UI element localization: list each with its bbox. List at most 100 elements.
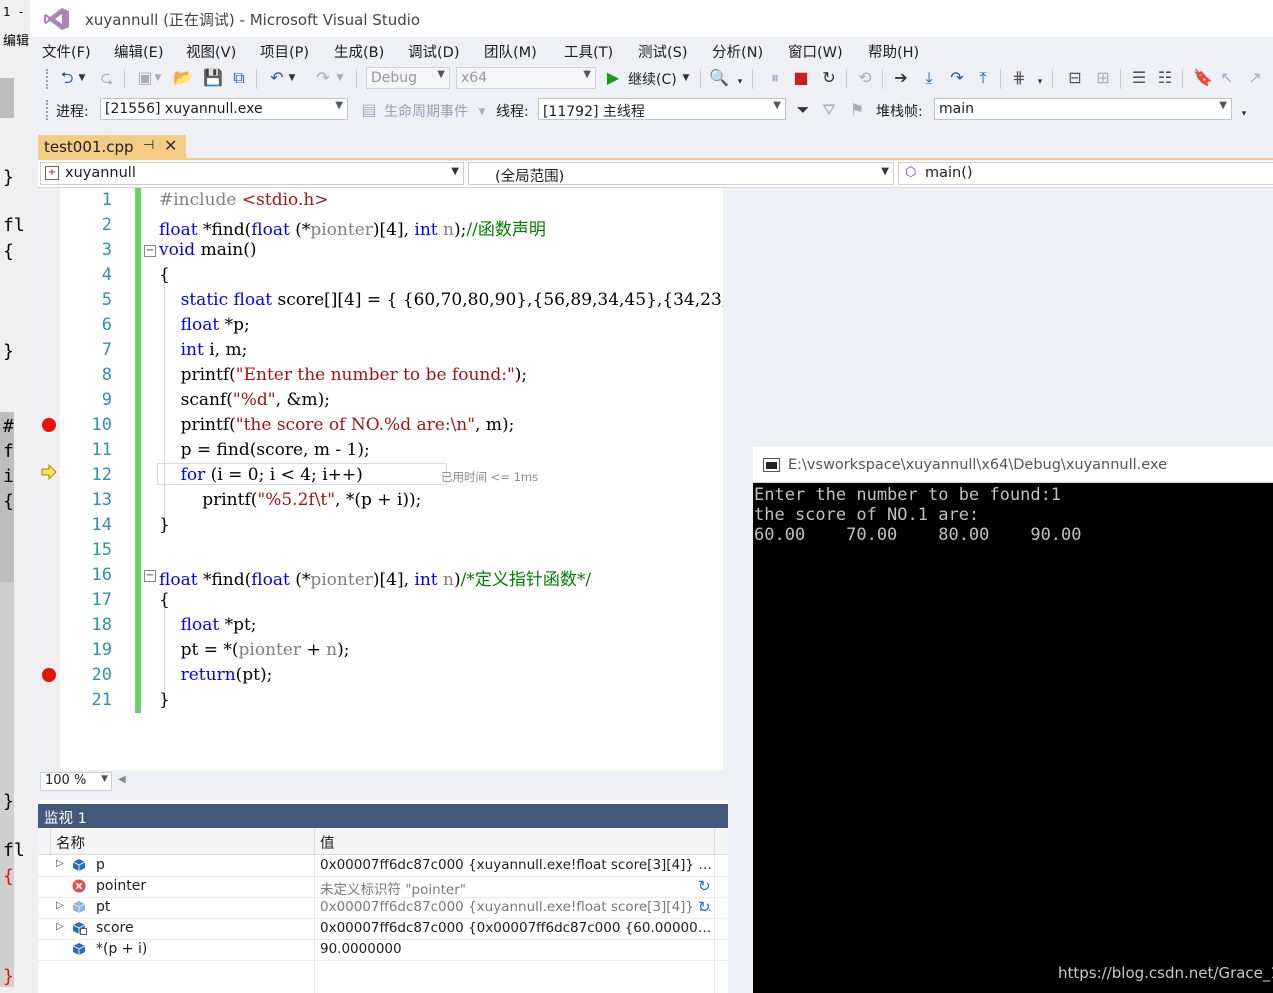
- menu-item[interactable]: 工具(T): [564, 41, 613, 62]
- step-into-icon[interactable]: ⤓: [918, 68, 940, 88]
- console-title-bar[interactable]: E:\vsworkspace\xuyannull\x64\Debug\xuyan…: [753, 447, 1273, 483]
- scope-select[interactable]: (全局范围) ▼: [468, 162, 894, 185]
- zoom-select[interactable]: 100 % ▼: [40, 772, 112, 791]
- error-icon: [72, 879, 86, 893]
- redo-icon[interactable]: ↷: [312, 68, 334, 88]
- lifecycle-events-icon[interactable]: ▤: [358, 100, 380, 120]
- find-in-files-icon[interactable]: 🔍: [708, 68, 730, 88]
- toolbar-overflow-icon[interactable]: ▾: [1238, 104, 1250, 124]
- watch-value[interactable]: 0x00007ff6dc87c000 {xuyannull.exe!float …: [320, 899, 718, 915]
- watch-row[interactable]: ▷ score 0x00007ff6dc87c000 {0x00007ff6dc87…: [38, 918, 728, 940]
- watch-value[interactable]: 0x00007ff6dc87c000 {xuyannull.exe!float …: [320, 857, 718, 873]
- apply-code-changes-icon[interactable]: ⟲: [854, 68, 876, 88]
- scroll-left-icon[interactable]: ◀: [118, 774, 126, 785]
- toggle-flag-icon[interactable]: ⚑: [846, 100, 868, 120]
- menu-item[interactable]: 团队(M): [484, 41, 537, 62]
- watch-name[interactable]: pointer: [96, 878, 146, 894]
- menu-item[interactable]: 帮助(H): [868, 41, 919, 62]
- watch-value[interactable]: 0x00007ff6dc87c000 {0x00007ff6dc87c000 {…: [320, 920, 718, 936]
- stop-debugging-icon[interactable]: ■: [790, 68, 812, 88]
- console-line: Enter the number to be found:1: [754, 485, 1062, 505]
- menu-item[interactable]: 文件(F): [42, 41, 91, 62]
- watch-name[interactable]: p: [96, 857, 105, 873]
- next-bookmark-icon[interactable]: ↗: [1244, 68, 1266, 88]
- menu-item[interactable]: 编辑(E): [114, 41, 163, 62]
- expand-arrow-icon[interactable]: ▷: [56, 900, 64, 911]
- hex-display-icon[interactable]: ⋕: [1008, 68, 1030, 88]
- menu-item[interactable]: 生成(B): [334, 41, 384, 62]
- watch-row[interactable]: pointer 未定义标识符 "pointer" ↻: [38, 876, 728, 898]
- toolbar-grip[interactable]: [46, 69, 51, 89]
- undo-dropdown-icon[interactable]: ▼: [286, 68, 298, 88]
- restart-icon[interactable]: ↻: [818, 68, 840, 88]
- break-all-icon[interactable]: ⏸: [764, 68, 786, 88]
- thread-select[interactable]: [11792] 主线程 ▼: [538, 98, 786, 120]
- increase-indent-icon[interactable]: ☷: [1154, 68, 1176, 88]
- watch-name[interactable]: pt: [96, 899, 110, 915]
- filter-flagged-icon[interactable]: ⛛: [818, 100, 840, 120]
- toolbar-overflow-icon[interactable]: ▾: [1034, 72, 1046, 92]
- close-icon[interactable]: ✕: [164, 136, 177, 155]
- navigate-back-icon[interactable]: ⮌: [56, 68, 78, 88]
- lifecycle-events-button[interactable]: 生命周期事件: [384, 101, 468, 121]
- uncomment-lines-icon[interactable]: ⊞: [1092, 68, 1114, 88]
- open-file-icon[interactable]: 📂: [172, 68, 194, 88]
- console-window[interactable]: E:\vsworkspace\xuyannull\x64\Debug\xuyan…: [753, 447, 1273, 993]
- menu-item[interactable]: 视图(V): [186, 41, 236, 62]
- menu-item[interactable]: 测试(S): [638, 41, 688, 62]
- menu-item[interactable]: 项目(P): [260, 41, 309, 62]
- filter-icon[interactable]: ⏷: [792, 100, 814, 120]
- expand-arrow-icon[interactable]: ▷: [56, 858, 64, 869]
- menu-item[interactable]: 分析(N): [712, 41, 763, 62]
- decrease-indent-icon[interactable]: ☰: [1128, 68, 1150, 88]
- watch-row[interactable]: *(p + i) 90.0000000: [38, 939, 728, 961]
- breakpoint-icon[interactable]: [42, 668, 56, 682]
- step-over-icon[interactable]: ↷: [946, 68, 968, 88]
- continue-play-icon[interactable]: ▶: [602, 68, 624, 88]
- watch-name[interactable]: score: [96, 920, 134, 936]
- continue-button[interactable]: 继续(C): [628, 69, 677, 89]
- expand-arrow-icon[interactable]: ▷: [56, 921, 64, 932]
- redo-dropdown-icon[interactable]: ▼: [334, 68, 346, 88]
- tab-test001-cpp[interactable]: test001.cpp ⊣ ✕: [38, 135, 186, 159]
- save-icon[interactable]: 💾: [202, 68, 224, 88]
- toolbar-overflow-icon[interactable]: ▾: [734, 72, 746, 92]
- watch-row[interactable]: ▷ pt 0x00007ff6dc87c000 {xuyannull.exe!flo…: [38, 897, 728, 919]
- solution-platform-select[interactable]: x64 ▼: [456, 67, 596, 89]
- comment-lines-icon[interactable]: ⊟: [1064, 68, 1086, 88]
- watch-window-header[interactable]: 监视 1: [38, 804, 728, 828]
- new-project-dropdown-icon[interactable]: ▼: [152, 68, 164, 88]
- toolbar-grip[interactable]: [46, 100, 51, 120]
- refresh-icon[interactable]: ↻: [698, 898, 711, 916]
- show-next-statement-icon[interactable]: ➔: [890, 68, 912, 88]
- save-all-icon[interactable]: ⧉: [228, 68, 250, 88]
- refresh-icon[interactable]: ↻: [698, 877, 711, 895]
- watch-value[interactable]: 90.0000000: [320, 941, 718, 957]
- collapse-find-icon[interactable]: −: [144, 570, 156, 582]
- member-select[interactable]: ⬡ main(): [898, 162, 1273, 185]
- navigate-forward-icon[interactable]: ⮎: [96, 68, 118, 88]
- project-select[interactable]: + xuyannull ▼: [40, 162, 464, 185]
- watch-row[interactable]: ▷ p 0x00007ff6dc87c000 {xuyannull.exe!floa…: [38, 855, 728, 877]
- watch-name[interactable]: *(p + i): [96, 941, 147, 957]
- previous-bookmark-icon[interactable]: ↖: [1216, 68, 1238, 88]
- watch-value[interactable]: 未定义标识符 "pointer": [320, 878, 718, 898]
- perf-tip[interactable]: 已用时间 <= 1ms: [441, 469, 538, 485]
- value-column-header[interactable]: 值: [320, 832, 335, 853]
- breakpoint-icon[interactable]: [42, 418, 56, 432]
- stack-frame-select[interactable]: main ▼: [934, 98, 1232, 120]
- bookmark-icon[interactable]: 🔖: [1192, 68, 1214, 88]
- pin-icon[interactable]: ⊣: [143, 138, 154, 153]
- process-select[interactable]: [21556] xuyannull.exe ▼: [100, 98, 348, 120]
- step-out-icon[interactable]: ⤒: [972, 68, 994, 88]
- name-column-header[interactable]: 名称: [56, 832, 85, 853]
- menu-item[interactable]: 窗口(W): [788, 41, 843, 62]
- menu-item[interactable]: 调试(D): [408, 41, 459, 62]
- undo-icon[interactable]: ↶: [266, 68, 288, 88]
- continue-dropdown-icon[interactable]: ▼: [680, 68, 692, 88]
- solution-configuration-select[interactable]: Debug ▼: [366, 67, 450, 89]
- lifecycle-dropdown-icon[interactable]: ▼: [476, 102, 488, 122]
- code-editor[interactable]: 已用时间 <= 1ms − − #include <stdio.h> float…: [38, 188, 723, 770]
- collapse-main-icon[interactable]: −: [144, 245, 156, 257]
- back-dropdown-icon[interactable]: ▼: [76, 68, 88, 88]
